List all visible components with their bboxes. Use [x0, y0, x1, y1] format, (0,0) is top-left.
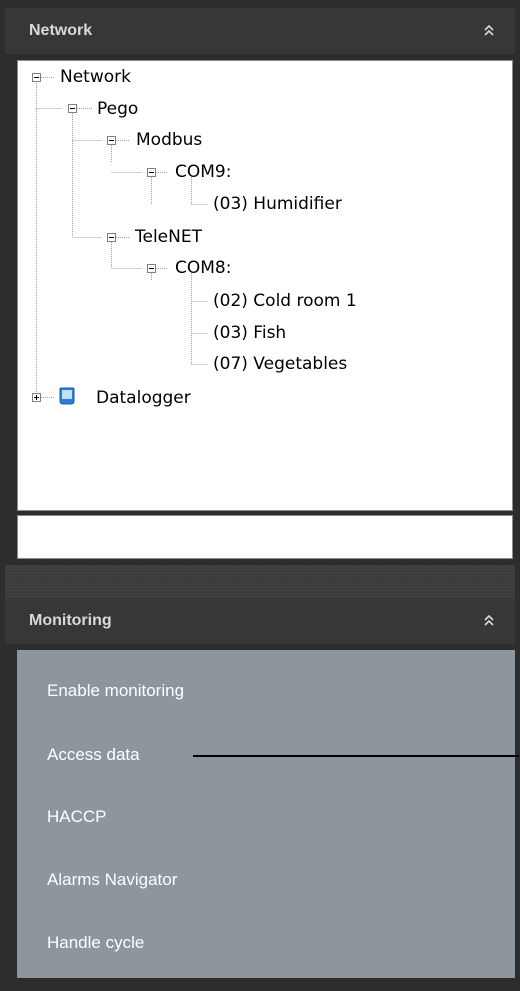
- collapse-toggle-icon[interactable]: [107, 136, 116, 145]
- menu-item-enable-monitoring[interactable]: Enable monitoring: [47, 681, 184, 701]
- monitoring-menu: Enable monitoring Access data HACCP Alar…: [17, 650, 515, 978]
- network-panel-title: Network: [29, 22, 93, 39]
- collapse-toggle-icon[interactable]: [32, 73, 41, 82]
- tree-connector-lines: [36, 77, 208, 398]
- tree-node-humidifier[interactable]: (03) Humidifier: [213, 193, 342, 215]
- collapse-toggle-icon[interactable]: [147, 264, 156, 273]
- menu-item-access-data[interactable]: Access data: [47, 745, 140, 765]
- tree-node-modbus[interactable]: Modbus: [136, 129, 202, 151]
- monitoring-panel-header[interactable]: Monitoring: [5, 598, 515, 644]
- tree-node-com8[interactable]: COM8:: [175, 257, 231, 279]
- menu-item-handle-cycle[interactable]: Handle cycle: [47, 933, 144, 953]
- datalogger-icon: [59, 387, 75, 405]
- collapse-toggle-icon[interactable]: [107, 233, 116, 242]
- monitoring-panel-title: Monitoring: [29, 612, 112, 629]
- expand-toggle-icon[interactable]: [32, 393, 41, 402]
- callout-line: [193, 755, 519, 757]
- tree-node-vegetables[interactable]: (07) Vegetables: [213, 353, 347, 375]
- network-tree[interactable]: Network Pego Modbus COM9: (03) Humidifie…: [17, 60, 513, 511]
- tree-node-telenet[interactable]: TeleNET: [135, 226, 202, 248]
- menu-item-alarms-navigator[interactable]: Alarms Navigator: [47, 870, 177, 890]
- panel-splitter[interactable]: [5, 565, 515, 598]
- collapse-toggle-icon[interactable]: [147, 168, 156, 177]
- network-panel-header[interactable]: Network: [5, 8, 515, 54]
- network-status-field[interactable]: [17, 515, 513, 559]
- double-chevron-up-icon[interactable]: [483, 613, 495, 629]
- collapse-toggle-icon[interactable]: [68, 104, 77, 113]
- tree-node-cold-room[interactable]: (02) Cold room 1: [213, 290, 357, 312]
- tree-node-network[interactable]: Network: [60, 66, 131, 88]
- tree-node-datalogger[interactable]: Datalogger: [96, 387, 191, 409]
- tree-node-pego[interactable]: Pego: [97, 98, 138, 120]
- menu-item-haccp[interactable]: HACCP: [47, 807, 107, 827]
- tree-node-fish[interactable]: (03) Fish: [213, 322, 286, 344]
- tree-node-com9[interactable]: COM9:: [175, 161, 231, 183]
- double-chevron-up-icon[interactable]: [483, 23, 495, 39]
